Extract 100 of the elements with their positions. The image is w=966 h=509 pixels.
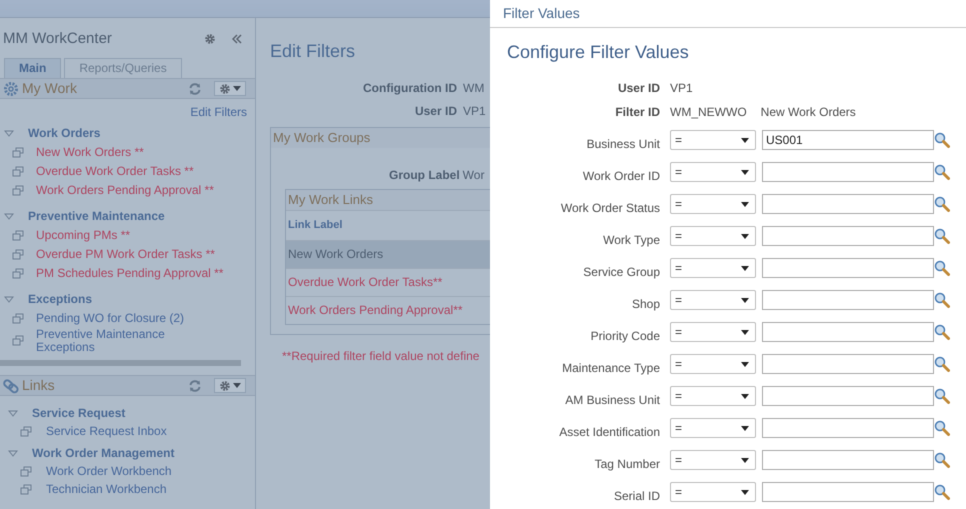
field-label: Priority Code — [590, 328, 660, 344]
window-icon — [12, 230, 24, 241]
dialog-heading: Configure Filter Values — [507, 41, 690, 64]
input-field[interactable] — [762, 418, 934, 438]
worklist-link[interactable]: Service Request Inbox — [46, 424, 167, 438]
search-icon[interactable] — [934, 420, 950, 436]
caret-icon — [741, 266, 749, 270]
input-field[interactable] — [762, 386, 934, 406]
search-icon[interactable] — [934, 132, 950, 148]
window-icon — [12, 335, 24, 346]
operator-dropdown[interactable]: = — [670, 418, 756, 438]
operator-dropdown[interactable]: = — [670, 130, 756, 150]
group-heading[interactable]: Work Orders — [28, 126, 100, 141]
worklist-link[interactable]: New Work Orders ** — [36, 146, 144, 159]
worklist-link[interactable]: Technician Workbench — [46, 482, 167, 496]
caret-icon — [741, 234, 749, 238]
dialog-title: Filter Values — [490, 0, 966, 28]
window-icon — [12, 313, 24, 324]
input-field[interactable] — [762, 226, 934, 246]
expand-triangle-icon[interactable] — [8, 408, 18, 418]
input-field[interactable] — [762, 322, 934, 342]
expand-triangle-icon[interactable] — [4, 129, 14, 138]
operator-dropdown[interactable]: = — [670, 162, 756, 182]
operator-dropdown[interactable]: = — [670, 354, 756, 374]
search-icon[interactable] — [934, 292, 950, 308]
gear-icon — [219, 82, 231, 94]
worklist-link[interactable]: Overdue PM Work Order Tasks ** — [36, 248, 215, 261]
input-field[interactable] — [762, 162, 934, 182]
operator-dropdown[interactable]: = — [670, 258, 756, 278]
window-icon — [12, 166, 24, 177]
window-icon — [12, 147, 24, 158]
operator-dropdown[interactable]: = — [670, 482, 756, 502]
search-icon[interactable] — [934, 260, 950, 276]
caret-icon — [741, 138, 749, 142]
search-icon[interactable] — [934, 388, 950, 404]
caret-icon — [741, 362, 749, 366]
field-label: Shop — [630, 296, 660, 312]
tab[interactable]: Main — [4, 58, 62, 78]
group-heading[interactable]: Preventive Maintenance — [28, 209, 165, 224]
window-icon — [12, 268, 24, 279]
worklist-link[interactable]: Upcoming PMs ** — [36, 229, 130, 242]
field-label: AM Business Unit — [564, 392, 660, 408]
worklist-link[interactable]: Work Orders Pending Approval ** — [36, 184, 214, 197]
operator-dropdown[interactable]: = — [670, 290, 756, 310]
options-menu-button[interactable] — [214, 81, 246, 96]
search-icon[interactable] — [934, 452, 950, 468]
tab[interactable]: Reports/Queries — [64, 58, 182, 78]
input-field[interactable] — [762, 258, 934, 278]
worklist-link[interactable]: Pending WO for Closure (2) — [36, 312, 184, 325]
worklist-link[interactable]: Overdue Work Order Tasks ** — [36, 165, 194, 178]
field-value: VP1 — [463, 104, 487, 120]
refresh-icon[interactable] — [188, 378, 202, 393]
search-icon[interactable] — [934, 228, 950, 244]
input-field[interactable] — [762, 450, 934, 470]
input-field[interactable] — [762, 194, 934, 214]
search-icon[interactable] — [934, 164, 950, 180]
worklist-link[interactable]: PM Schedules Pending Approval ** — [36, 267, 224, 280]
expand-triangle-icon[interactable] — [4, 295, 14, 304]
collapse-icon[interactable] — [232, 34, 242, 44]
refresh-icon[interactable] — [188, 82, 202, 96]
caret-icon — [741, 458, 749, 462]
operator-dropdown[interactable]: = — [670, 322, 756, 342]
group-box-title: My Work Groups — [271, 128, 490, 148]
search-icon[interactable] — [934, 484, 950, 500]
field-label: Business Unit — [586, 136, 660, 152]
input-field[interactable] — [762, 354, 934, 374]
group-heading[interactable]: Service Request — [32, 406, 126, 421]
expand-triangle-icon[interactable] — [8, 448, 18, 458]
search-icon[interactable] — [934, 196, 950, 212]
grid-row[interactable]: New Work Orders — [286, 240, 490, 268]
group-heading[interactable]: Work Order Management — [32, 446, 174, 461]
field-label: Service Group — [582, 264, 660, 280]
operator-dropdown[interactable]: = — [670, 226, 756, 246]
splitter-bar[interactable] — [0, 360, 241, 366]
edit-filters-link[interactable]: Edit Filters — [190, 105, 247, 119]
operator-dropdown[interactable]: = — [670, 386, 756, 406]
settings-icon[interactable] — [204, 33, 216, 45]
field-label: Serial ID — [612, 488, 660, 504]
worklist-link[interactable]: Preventive Maintenance Exceptions — [36, 328, 201, 354]
options-menu-button[interactable] — [214, 378, 246, 394]
group-heading[interactable]: Exceptions — [28, 292, 92, 307]
input-field[interactable] — [762, 290, 934, 310]
window-icon — [12, 185, 24, 196]
field-label: Work Order ID — [582, 168, 660, 184]
field-label: Asset Identification — [558, 424, 660, 440]
field-label: Group Label — [389, 168, 460, 183]
search-icon[interactable] — [934, 324, 950, 340]
input-field[interactable]: US001 — [762, 130, 934, 150]
field-label: Configuration ID — [363, 80, 457, 96]
gears-icon — [3, 80, 19, 96]
field-label: Filter ID — [614, 104, 660, 120]
operator-dropdown[interactable]: = — [670, 450, 756, 470]
expand-triangle-icon[interactable] — [4, 212, 14, 221]
input-field[interactable] — [762, 482, 934, 502]
pagelet-title: My Work — [22, 80, 77, 98]
operator-dropdown[interactable]: = — [670, 194, 756, 214]
search-icon[interactable] — [934, 356, 950, 372]
field-label: User ID — [414, 104, 457, 120]
field-label: Work Order Status — [560, 200, 660, 216]
worklist-link[interactable]: Work Order Workbench — [46, 464, 172, 478]
